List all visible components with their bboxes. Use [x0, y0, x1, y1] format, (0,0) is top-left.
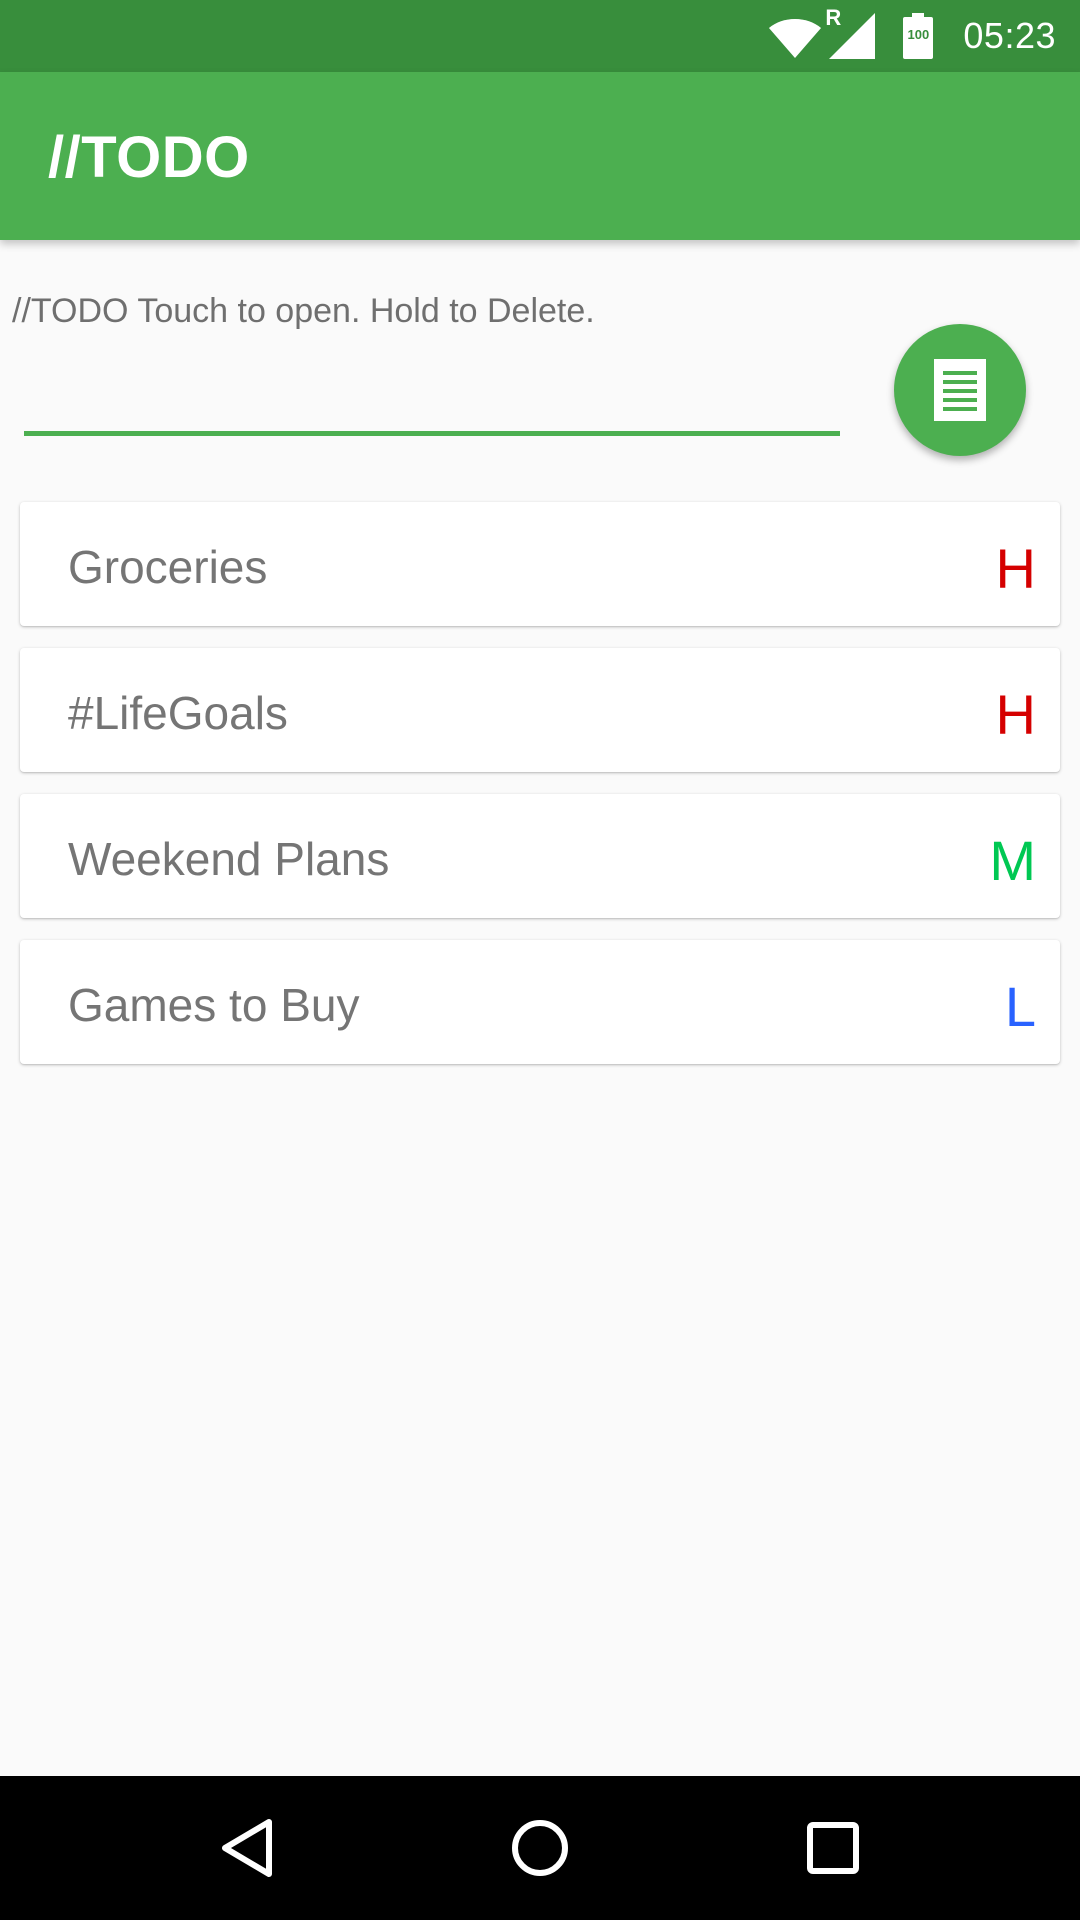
add-list-button[interactable]: [894, 324, 1026, 456]
list-item-title: #LifeGoals: [68, 687, 288, 739]
priority-badge: H: [995, 683, 1036, 746]
list-item[interactable]: Games to Buy L: [20, 940, 1060, 1064]
status-bar: R 100 05:23: [0, 0, 1080, 72]
list-item-title: Games to Buy: [68, 979, 360, 1031]
app-bar: //TODO: [0, 72, 1080, 240]
new-list-input[interactable]: [24, 360, 840, 436]
battery-icon: 100: [903, 13, 934, 59]
todo-list: Groceries H #LifeGoals H Weekend Plans M…: [20, 502, 1060, 1086]
priority-badge: L: [1004, 975, 1036, 1038]
navigation-bar: [0, 1776, 1080, 1920]
list-item[interactable]: #LifeGoals H: [20, 648, 1060, 772]
hint-text: //TODO Touch to open. Hold to Delete.: [12, 292, 595, 330]
list-document-icon: [934, 359, 986, 421]
home-button[interactable]: [480, 1788, 600, 1908]
network-badge: R: [825, 5, 842, 30]
list-item-title: Groceries: [68, 541, 268, 593]
list-item[interactable]: Weekend Plans M: [20, 794, 1060, 918]
signal-wrapper: R: [825, 5, 903, 59]
back-icon: [221, 1819, 272, 1877]
priority-badge: M: [989, 829, 1036, 892]
recents-button[interactable]: [773, 1788, 893, 1908]
battery-level: 100: [907, 27, 930, 42]
priority-badge: H: [995, 537, 1036, 600]
wifi-icon: [769, 19, 822, 58]
list-item[interactable]: Groceries H: [20, 502, 1060, 626]
screen: R 100 05:23 //TODO //TODO Touch to open.…: [0, 0, 1080, 1920]
home-icon: [511, 1820, 568, 1876]
new-list-input-wrapper: [24, 360, 840, 440]
back-button[interactable]: [187, 1788, 307, 1908]
app-title: //TODO: [48, 125, 250, 190]
status-icons: R 100 05:23: [767, 0, 1056, 72]
clock: 05:23: [963, 15, 1056, 56]
recents-icon: [807, 1822, 860, 1874]
list-item-title: Weekend Plans: [68, 833, 390, 885]
